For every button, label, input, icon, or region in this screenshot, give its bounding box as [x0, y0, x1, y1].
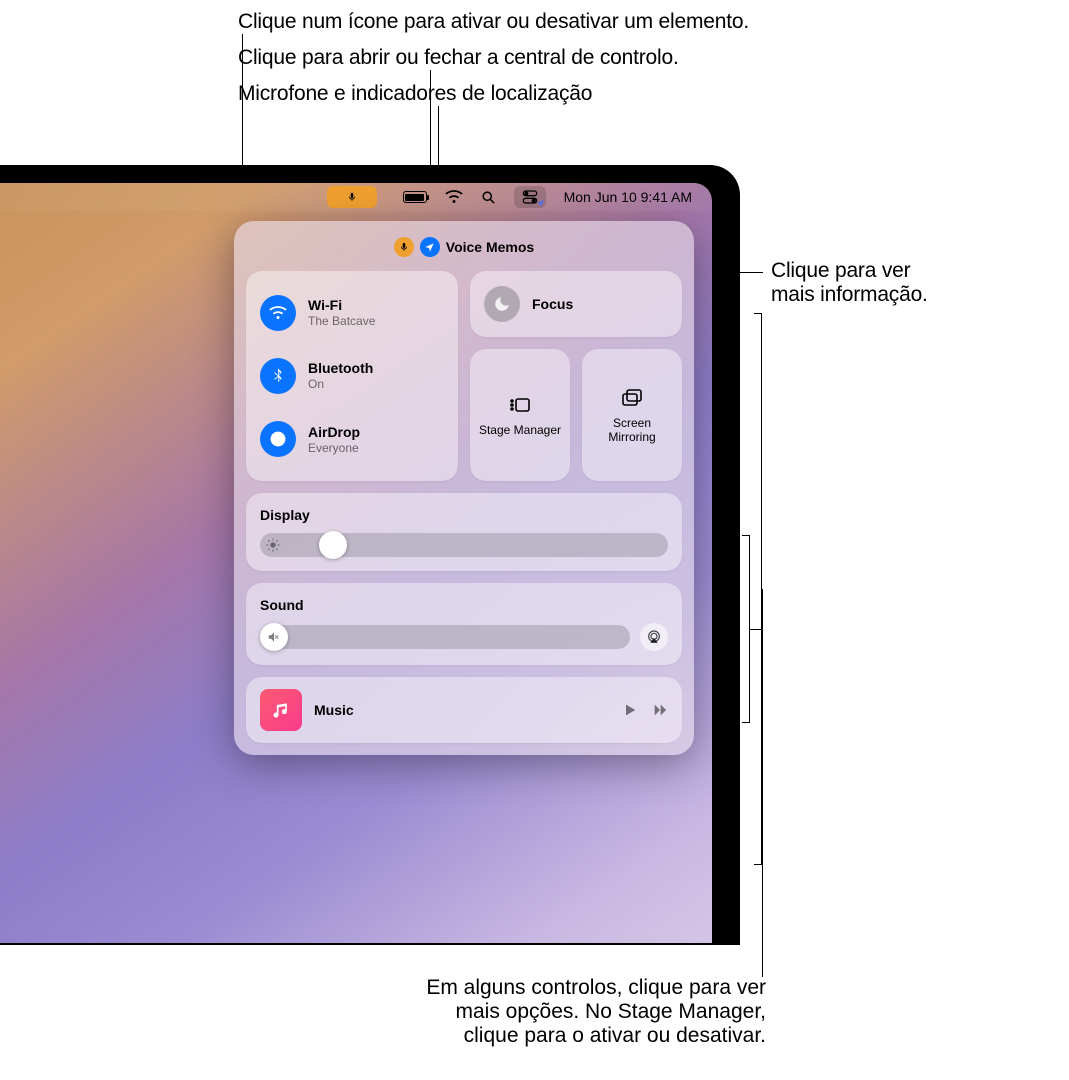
bluetooth-status: On — [308, 377, 373, 391]
sound-tile[interactable]: Sound — [246, 583, 682, 665]
privacy-indicators[interactable]: Voice Memos — [246, 233, 682, 261]
leader-line — [762, 589, 763, 977]
callout-open-cc: Clique para abrir ou fechar a central de… — [238, 46, 679, 70]
airdrop-status: Everyone — [308, 441, 360, 455]
play-button[interactable] — [622, 702, 638, 718]
wifi-icon — [445, 188, 463, 206]
menubar-datetime[interactable]: Mon Jun 10 9:41 AM — [564, 189, 692, 205]
now-playing-tile[interactable]: Music — [246, 677, 682, 743]
display-slider[interactable] — [260, 533, 668, 557]
search-icon — [481, 190, 496, 205]
callout-more-info: Clique para ver mais informação. — [771, 259, 928, 307]
connectivity-tile[interactable]: Wi-Fi The Batcave Bluetooth On — [246, 271, 458, 481]
spotlight-search[interactable] — [481, 190, 496, 205]
sound-label: Sound — [260, 597, 668, 613]
location-indicator — [420, 237, 440, 257]
airplay-icon — [646, 629, 662, 645]
sound-slider-thumb[interactable] — [260, 623, 288, 651]
battery-icon — [403, 191, 427, 203]
airdrop-icon — [260, 421, 296, 457]
bluetooth-icon — [260, 358, 296, 394]
sound-slider[interactable] — [260, 625, 630, 649]
desktop-screen: Mon Jun 10 9:41 AM Voice Memos — [0, 183, 712, 943]
stage-manager-icon — [508, 393, 532, 417]
display-tile[interactable]: Display — [246, 493, 682, 571]
focus-icon — [484, 286, 520, 322]
location-indicator-icon — [536, 199, 545, 208]
small-tiles: Stage Manager Screen Mirroring — [470, 349, 682, 481]
microphone-icon — [399, 242, 409, 252]
wifi-status[interactable] — [445, 188, 463, 206]
control-center-panel: Voice Memos Wi-Fi The Batcave — [234, 221, 694, 755]
stage-manager-tile[interactable]: Stage Manager — [470, 349, 570, 481]
menubar: Mon Jun 10 9:41 AM — [0, 183, 712, 211]
leader-line — [749, 629, 761, 630]
battery-status[interactable] — [403, 191, 427, 203]
next-button[interactable] — [652, 702, 668, 718]
mute-icon — [267, 630, 281, 644]
bluetooth-title: Bluetooth — [308, 360, 373, 376]
mic-indicator — [394, 237, 414, 257]
callout-options: Em alguns controlos, clique para ver mai… — [426, 976, 766, 1048]
wifi-network: The Batcave — [308, 314, 375, 328]
callout-toggle: Clique num ícone para ativar ou desativa… — [238, 10, 749, 34]
music-title: Music — [314, 702, 610, 718]
focus-tile[interactable]: Focus — [470, 271, 682, 337]
location-arrow-icon — [424, 242, 435, 253]
display-slider-thumb[interactable] — [319, 531, 347, 559]
wifi-title: Wi-Fi — [308, 297, 375, 313]
siri-mic-pill[interactable] — [327, 186, 377, 208]
airdrop-title: AirDrop — [308, 424, 360, 440]
music-app-icon — [260, 689, 302, 731]
microphone-icon — [347, 192, 357, 202]
music-controls — [622, 702, 668, 718]
privacy-app-name: Voice Memos — [446, 239, 534, 255]
control-center-menubar-icon[interactable] — [514, 186, 546, 208]
callout-mic-loc: Microfone e indicadores de localização — [238, 82, 592, 106]
wifi-icon — [260, 295, 296, 331]
screen-mirroring-icon — [620, 386, 644, 410]
wifi-toggle[interactable]: Wi-Fi The Batcave — [260, 295, 444, 331]
focus-label: Focus — [532, 296, 573, 312]
brightness-low-icon — [265, 537, 281, 553]
device-frame: Mon Jun 10 9:41 AM Voice Memos — [0, 165, 740, 945]
stage-manager-label: Stage Manager — [479, 423, 561, 437]
bluetooth-toggle[interactable]: Bluetooth On — [260, 358, 444, 394]
screen-mirroring-tile[interactable]: Screen Mirroring — [582, 349, 682, 481]
bracket — [754, 313, 762, 865]
airplay-audio-button[interactable] — [640, 623, 668, 651]
display-label: Display — [260, 507, 668, 523]
airdrop-toggle[interactable]: AirDrop Everyone — [260, 421, 444, 457]
screen-mirroring-label: Screen Mirroring — [590, 416, 674, 444]
